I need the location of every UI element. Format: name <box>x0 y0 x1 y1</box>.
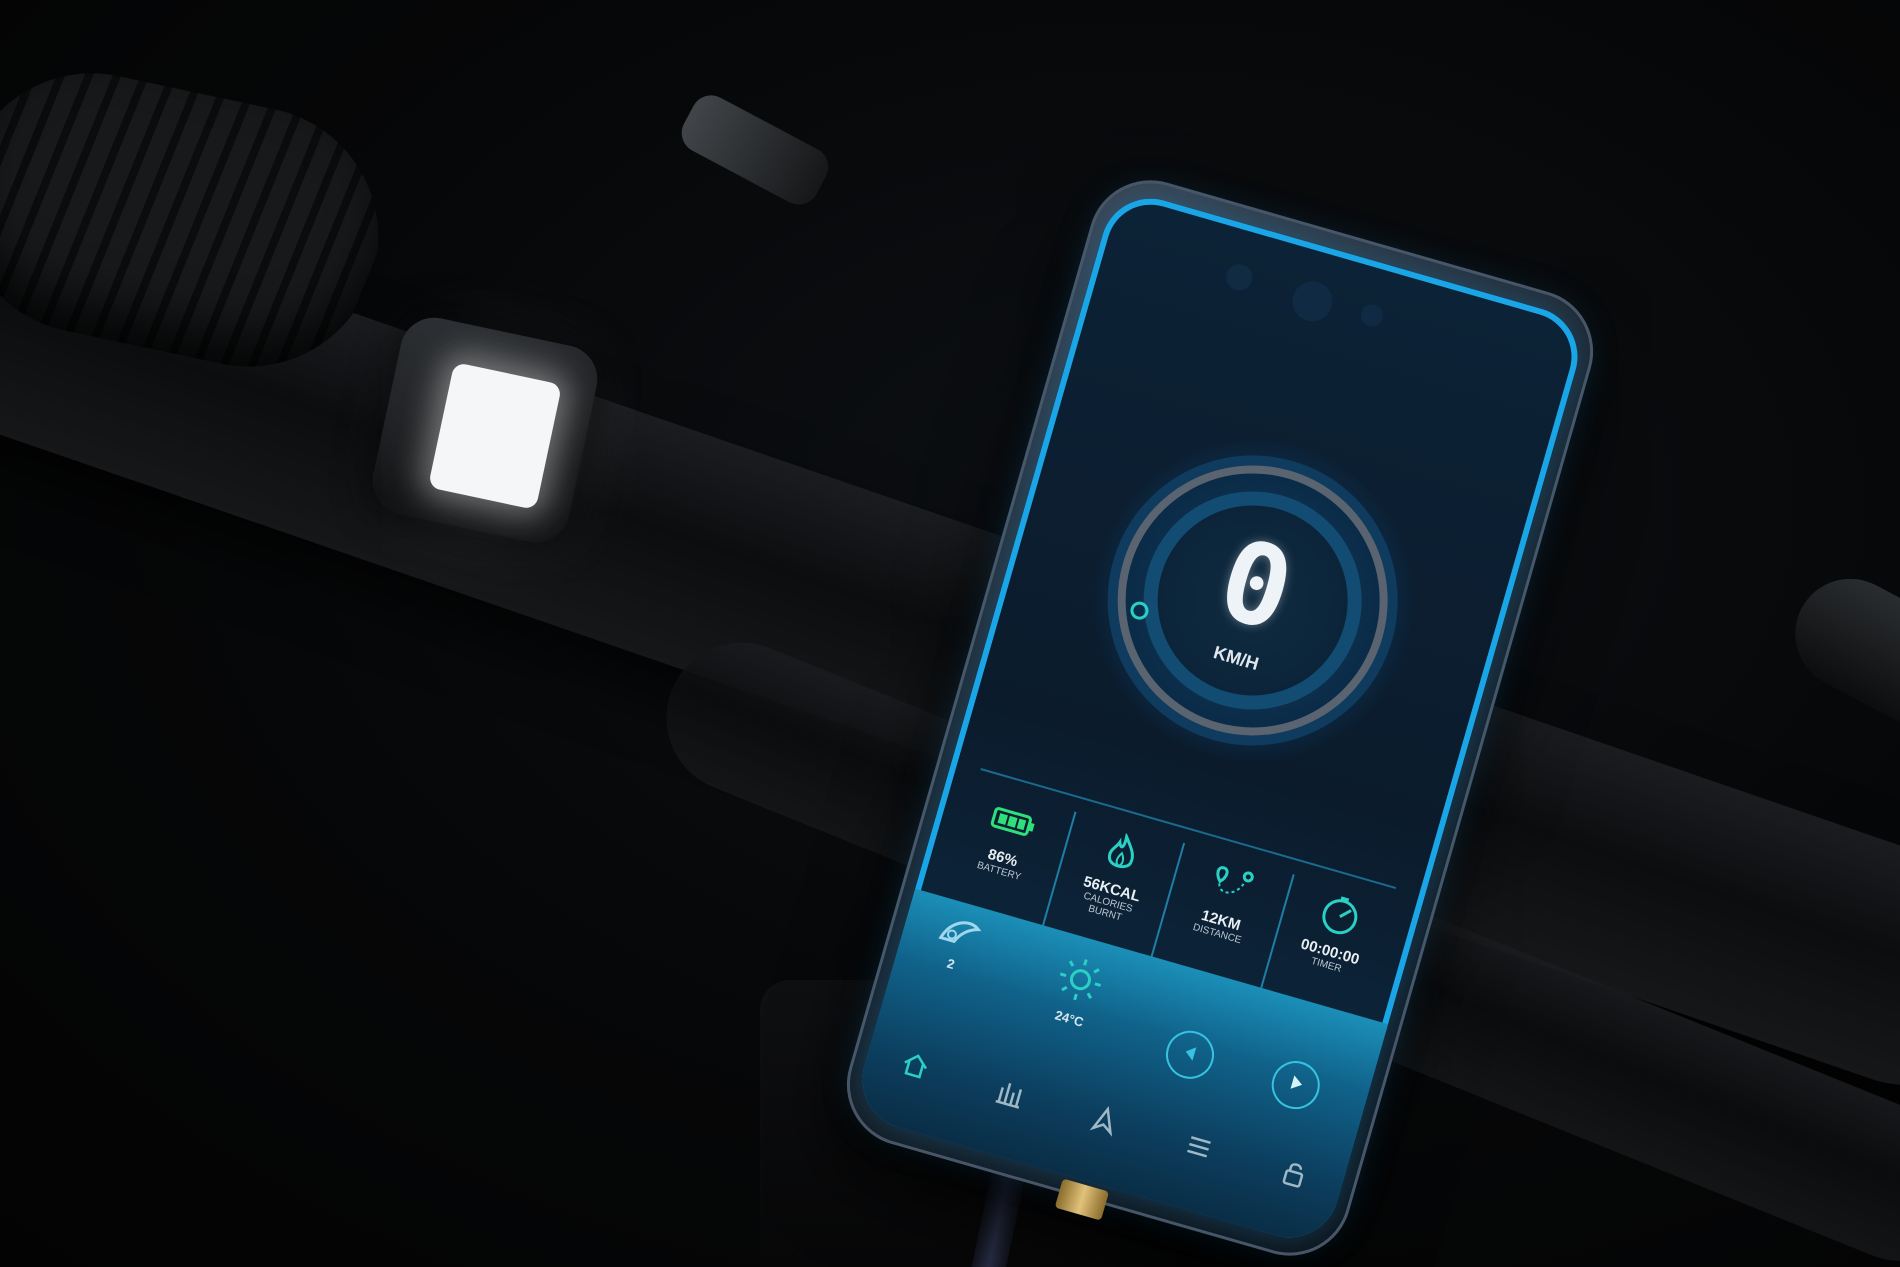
assist-level-value: 2 <box>945 955 957 973</box>
home-icon[interactable] <box>891 1041 940 1090</box>
play-reverse-icon <box>1177 1040 1203 1070</box>
bike-right-grip <box>1775 559 1900 751</box>
stats-icon[interactable] <box>985 1068 1034 1117</box>
navigation-icon[interactable] <box>1080 1095 1129 1144</box>
menu-icon[interactable] <box>1175 1122 1224 1171</box>
route-icon <box>1204 856 1259 912</box>
stopwatch-icon <box>1314 888 1367 944</box>
battery-icon <box>986 794 1041 850</box>
lock-icon[interactable] <box>1269 1149 1318 1198</box>
play-icon <box>1283 1070 1309 1100</box>
brake-lever <box>674 88 836 212</box>
photo-scene: 0 KM/H 86% BATTERY 56KCAL CALORIES BURNT… <box>0 0 1900 1267</box>
flame-icon <box>1099 826 1144 880</box>
